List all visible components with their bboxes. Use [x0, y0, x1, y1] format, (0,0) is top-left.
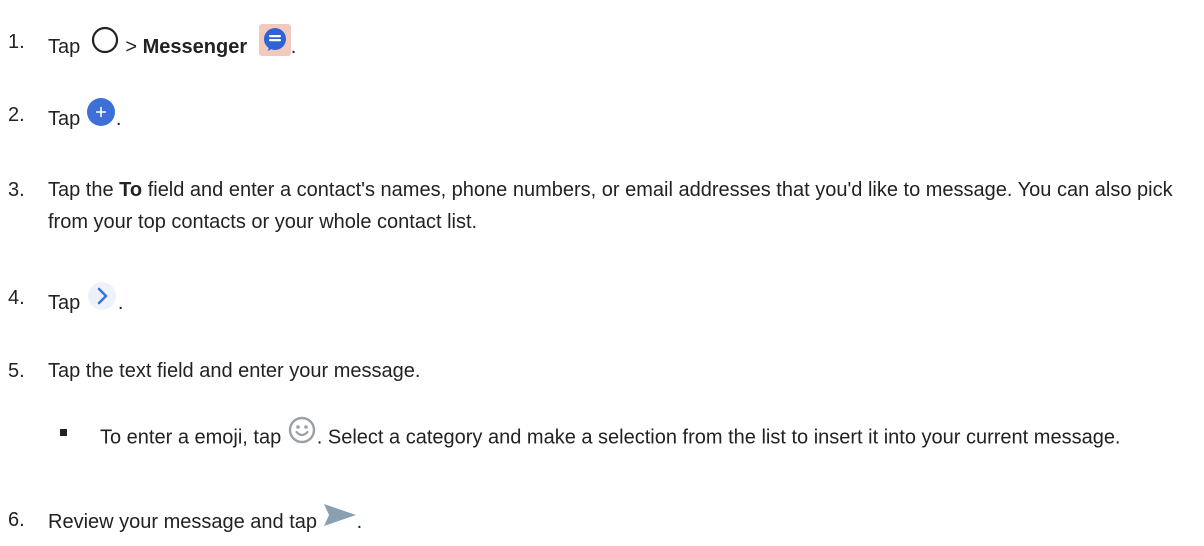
step-text-pre: Tap [48, 291, 81, 314]
step-text: Tap . [48, 280, 124, 324]
step-text-pre: Tap the [48, 179, 114, 201]
step-number: 4. [8, 287, 25, 309]
step-number: 1. [8, 31, 25, 53]
step-text-post: field and enter a contact's names, phone… [48, 179, 1173, 233]
home-circle-icon [90, 25, 120, 64]
step-text-pre: Review your message and tap [48, 510, 318, 533]
step-text-post: . [117, 291, 124, 314]
step-number: 5. [8, 360, 25, 382]
step-text-pre: Tap [48, 107, 81, 130]
step-number: 2. [8, 104, 25, 126]
send-icon [323, 502, 357, 537]
next-chevron-icon [86, 280, 118, 321]
step-text: Tap the To field and enter a contact's n… [48, 174, 1198, 238]
step-text: Tap the text field and enter your messag… [48, 360, 421, 382]
step-number: 3. [8, 179, 25, 201]
step-text: Tap . [48, 97, 122, 139]
step-text: Review your message and tap . [48, 502, 363, 540]
step-text-post: . [356, 510, 363, 533]
step-text-post: . [115, 107, 122, 130]
new-message-fab-icon [86, 97, 116, 136]
messenger-app-icon [258, 24, 291, 65]
emoji-smiley-icon [287, 415, 317, 455]
sub-text-post: . Select a category and make a selection… [316, 426, 1121, 449]
separator: > [125, 35, 138, 58]
instructions-document: 1. Tap > Messenger . 2. Tap . 3. Tap the… [0, 0, 1204, 546]
step-number: 6. [8, 509, 25, 531]
bullet-marker [60, 429, 67, 436]
app-name-bold: Messenger [142, 35, 248, 58]
field-name-bold: To [119, 179, 143, 201]
step-text-post: . [290, 35, 297, 58]
step-text: Tap > Messenger . [48, 24, 297, 68]
sub-bullet-text: To enter a emoji, tap . Select a categor… [100, 415, 1195, 458]
sub-text-pre: To enter a emoji, tap [100, 426, 282, 449]
step-text-pre: Tap [48, 35, 81, 58]
